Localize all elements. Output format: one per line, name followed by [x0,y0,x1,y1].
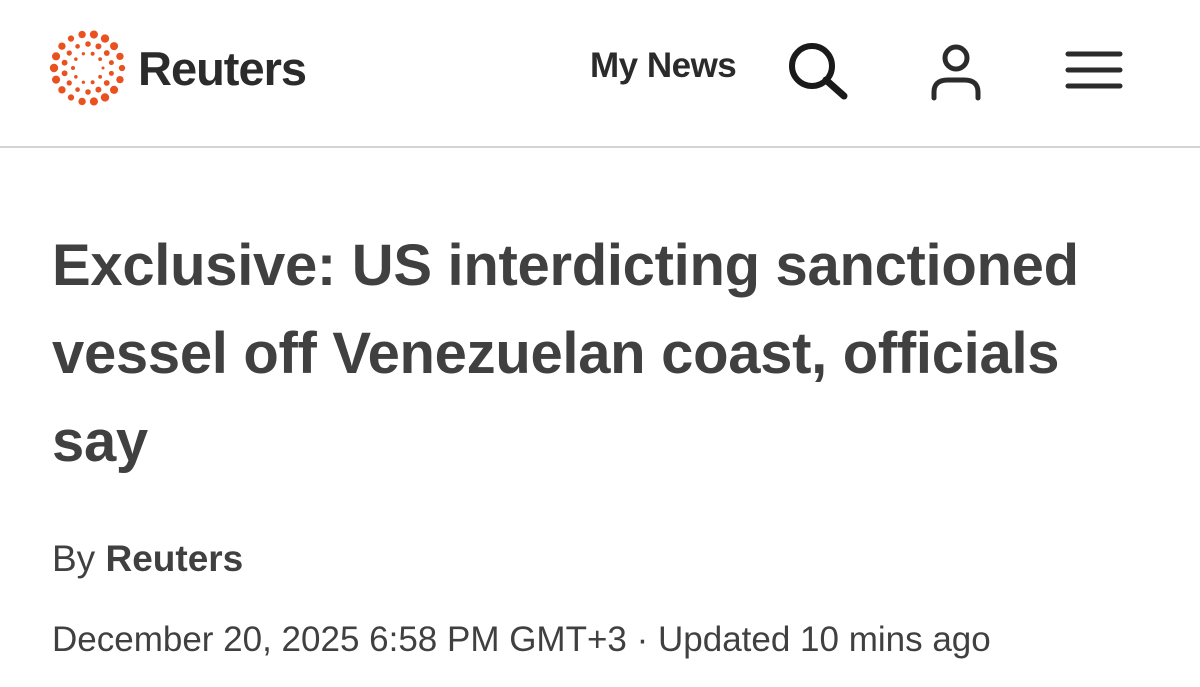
dateline: December 20, 2025 6:58 PM GMT+3 · Update… [52,620,991,660]
byline: By Reuters [52,538,243,580]
search-button[interactable] [786,40,852,102]
article-headline: Exclusive: US interdicting sanctioned ve… [52,233,1079,474]
author-link[interactable]: Reuters [105,538,243,579]
updated-timestamp: Updated 10 mins ago [658,620,991,659]
user-icon [931,44,981,101]
account-button[interactable] [926,40,986,104]
menu-button[interactable] [1064,48,1124,92]
reuters-logo-icon [49,30,126,106]
published-timestamp: December 20, 2025 6:58 PM GMT+3 [52,620,627,659]
site-header: Reuters My News [0,0,1200,148]
byline-prefix: By [52,538,96,579]
search-icon [789,43,848,100]
my-news-link[interactable]: My News [590,46,737,86]
hamburger-menu-icon [1065,51,1123,89]
dateline-separator: · [636,620,649,659]
article-header: Exclusive: US interdicting sanctioned ve… [52,222,1152,486]
brand-name: Reuters [138,41,307,95]
reuters-logo-link[interactable]: Reuters [48,28,307,108]
